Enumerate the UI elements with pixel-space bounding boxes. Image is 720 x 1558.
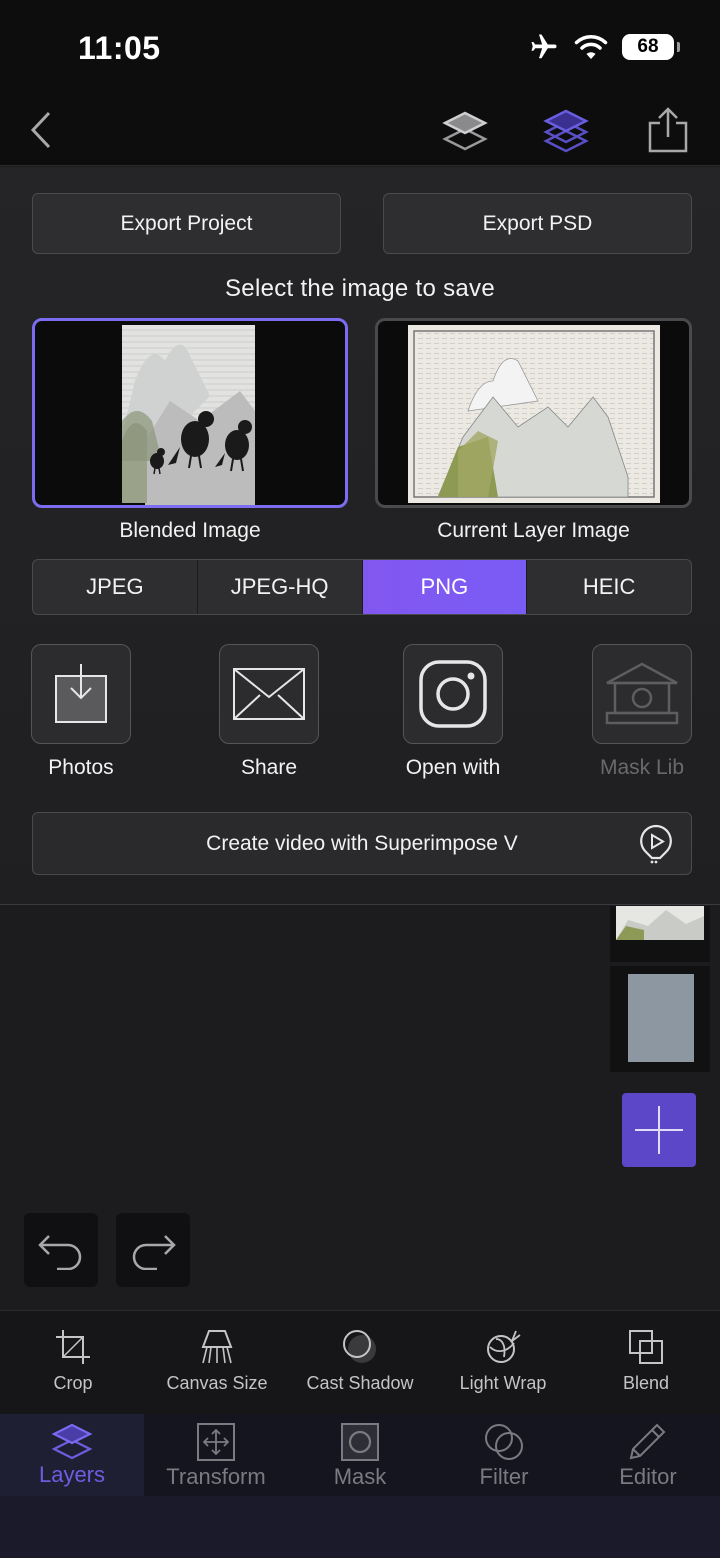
easel-icon <box>201 1330 233 1364</box>
tab-editor[interactable]: Editor <box>576 1414 720 1496</box>
current-layer-image-option[interactable] <box>375 318 692 508</box>
share-target-open-with[interactable]: Open with <box>403 644 503 780</box>
current-layer-caption: Current Layer Image <box>437 519 630 542</box>
battery-indicator: 68 <box>622 34 680 60</box>
export-sheet: Export Project Export PSD Select the ima… <box>0 167 720 905</box>
layers-tab-icon <box>51 1423 93 1460</box>
blended-image-caption: Blended Image <box>119 519 261 542</box>
shadow-icon <box>343 1330 376 1363</box>
mask-lib-button <box>592 644 692 744</box>
photos-button[interactable] <box>31 644 131 744</box>
create-video-button[interactable]: Create video with Superimpose V <box>32 812 692 875</box>
tab-filter-label: Filter <box>479 1464 529 1489</box>
blended-image-option[interactable] <box>32 318 348 508</box>
current-layer-preview <box>408 325 660 503</box>
status-bar: 11:05 68 <box>0 0 720 96</box>
layers-outline-icon <box>442 111 488 151</box>
share-mail-button[interactable] <box>219 644 319 744</box>
tab-filter[interactable]: Filter <box>432 1414 576 1496</box>
transform-tab-icon <box>197 1423 235 1461</box>
open-with-button[interactable] <box>403 644 503 744</box>
tool-cast-shadow[interactable]: Cast Shadow <box>288 1329 432 1394</box>
light-wrap-icon <box>487 1330 521 1363</box>
museum-icon <box>605 662 679 725</box>
canvas-area <box>0 906 720 1310</box>
chevron-left-icon <box>30 111 51 149</box>
filter-tab-icon <box>485 1424 523 1460</box>
format-selector: JPEG JPEG-HQ PNG HEIC <box>32 559 692 615</box>
tool-blend[interactable]: Blend <box>574 1329 718 1394</box>
tool-light-wrap[interactable]: Light Wrap <box>431 1329 575 1394</box>
crop-icon <box>56 1330 90 1364</box>
undo-icon <box>38 1235 82 1270</box>
tool-crop-label: Crop <box>53 1373 93 1393</box>
tab-layers[interactable]: Layers <box>0 1414 144 1496</box>
tab-layers-label: Layers <box>38 1462 106 1487</box>
layer-2-preview <box>628 974 694 1062</box>
tool-light-wrap-label: Light Wrap <box>459 1373 547 1393</box>
layer-thumb-1[interactable] <box>610 906 710 962</box>
tools-bar: Crop Canvas Size Cast Shadow Light Wrap … <box>0 1310 720 1414</box>
photos-label: Photos <box>48 756 114 779</box>
tab-transform[interactable]: Transform <box>144 1414 288 1496</box>
share-button[interactable] <box>640 102 696 158</box>
share-target-share[interactable]: Share <box>219 644 319 780</box>
pencil-tab-icon <box>629 1423 666 1460</box>
layers-stack-icon <box>543 109 589 153</box>
instagram-icon <box>419 660 487 728</box>
tab-transform-label: Transform <box>166 1464 266 1489</box>
format-png[interactable]: PNG <box>362 560 528 614</box>
blended-image-preview <box>122 325 255 505</box>
mask-lib-label: Mask Lib <box>599 756 685 779</box>
share-icon <box>648 107 688 153</box>
superimpose-v-icon <box>640 824 672 864</box>
tool-blend-label: Blend <box>622 1373 670 1393</box>
save-to-photos-icon <box>55 664 107 723</box>
mask-tab-icon <box>341 1423 379 1461</box>
undo-button[interactable] <box>24 1213 98 1287</box>
wifi-icon <box>574 35 608 59</box>
blend-icon <box>629 1330 663 1364</box>
tab-mask[interactable]: Mask <box>288 1414 432 1496</box>
tab-bar: Layers Transform Mask Filter Editor <box>0 1414 720 1558</box>
tab-mask-label: Mask <box>333 1464 387 1489</box>
tool-crop[interactable]: Crop <box>1 1329 145 1394</box>
airplane-icon <box>531 34 557 59</box>
redo-button[interactable] <box>116 1213 190 1287</box>
redo-icon <box>132 1235 176 1270</box>
open-with-label: Open with <box>405 756 501 779</box>
share-target-mask-lib: Mask Lib <box>592 644 692 780</box>
share-label: Share <box>240 756 298 779</box>
add-layer-button[interactable] <box>622 1093 696 1167</box>
format-heic[interactable]: HEIC <box>527 560 691 614</box>
share-target-photos[interactable]: Photos <box>31 644 131 780</box>
layer-stack-button[interactable] <box>538 102 594 158</box>
tool-canvas-size[interactable]: Canvas Size <box>145 1329 289 1394</box>
status-time: 11:05 <box>78 30 161 66</box>
layer-1-preview <box>616 906 704 940</box>
blend-layers-button[interactable] <box>437 102 493 158</box>
status-icons: 68 <box>528 32 680 62</box>
select-image-title: Select the image to save <box>224 275 496 302</box>
layer-thumb-2[interactable] <box>610 966 710 1072</box>
envelope-icon <box>233 668 305 720</box>
create-video-label: Create video with Superimpose V <box>206 831 518 855</box>
nav-bar <box>0 96 720 166</box>
format-jpeg-hq[interactable]: JPEG-HQ <box>198 560 363 614</box>
tab-strip: Layers Transform Mask Filter Editor <box>0 1414 720 1496</box>
tool-cast-shadow-label: Cast Shadow <box>306 1373 414 1393</box>
tool-canvas-size-label: Canvas Size <box>166 1373 268 1393</box>
format-jpeg[interactable]: JPEG <box>33 560 198 614</box>
back-button[interactable] <box>14 102 70 158</box>
export-project-button[interactable]: Export Project <box>32 193 341 254</box>
plus-icon <box>635 1106 683 1154</box>
export-psd-button[interactable]: Export PSD <box>383 193 692 254</box>
tab-editor-label: Editor <box>619 1464 677 1489</box>
